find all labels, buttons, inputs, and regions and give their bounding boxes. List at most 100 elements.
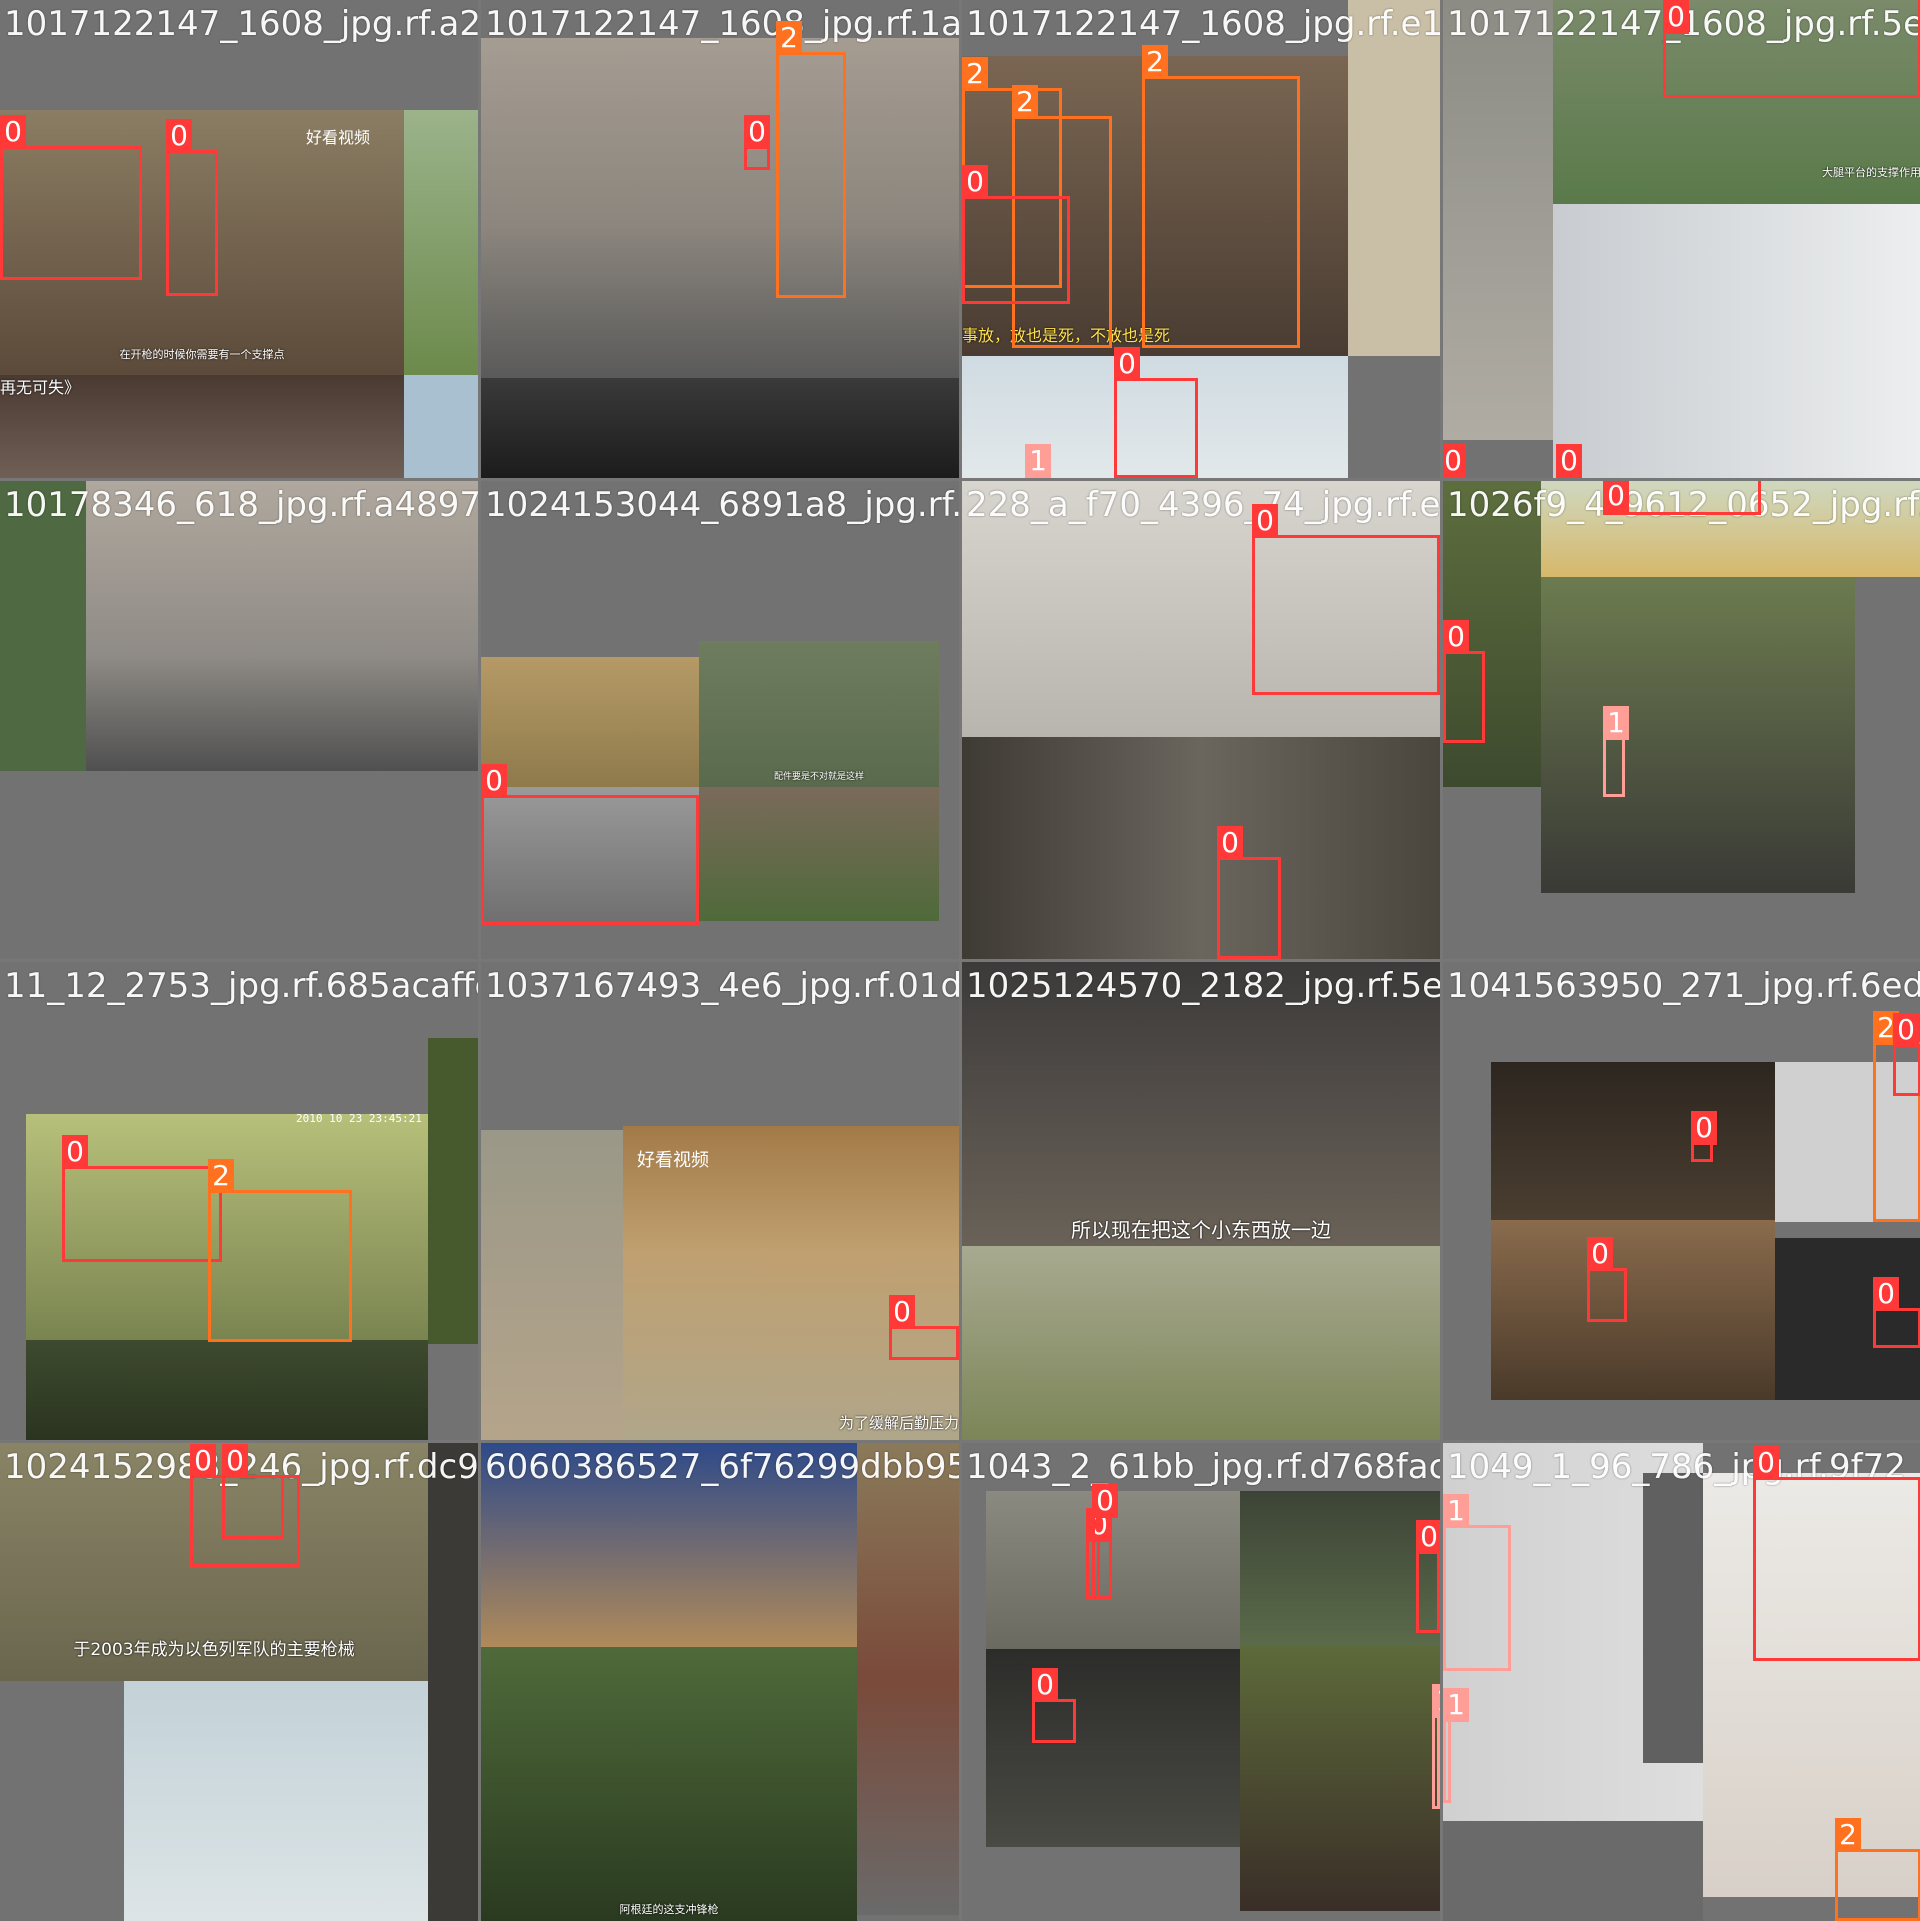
photo <box>428 1038 478 1344</box>
box-label: 0 <box>1443 620 1469 654</box>
bounding-box: 0 <box>744 115 770 170</box>
photo <box>986 1649 1240 1847</box>
box-label: 0 <box>62 1135 88 1169</box>
photo-caption: 再无可失》 <box>0 378 81 397</box>
bounding-box: 0 <box>1092 1484 1118 1599</box>
detection-mosaic: 在开枪的时候你需要有一个支撑点 好看视频 再无可失》 1017122147_16… <box>0 0 1920 1921</box>
mosaic-tile: 1041563950_271_jpg.rf.6ed 2 0 0 0 0 <box>1443 962 1920 1440</box>
photo-caption: 大腿平台的支撑作用 <box>1822 166 1920 179</box>
photo <box>1643 1473 1703 1763</box>
box-label: 1 <box>1025 444 1051 478</box>
box-label: 0 <box>1032 1668 1058 1702</box>
photo <box>1348 0 1440 356</box>
box-label: 0 <box>1873 1277 1899 1311</box>
bounding-box: 1 <box>1603 706 1629 797</box>
bounding-box: 0 <box>962 165 1070 304</box>
watermark: 好看视频 <box>637 1150 709 1171</box>
box-label: 0 <box>166 119 192 153</box>
photo-caption: 配件要是不对就是这样 <box>773 772 864 782</box>
box-label: 0 <box>1443 444 1466 478</box>
box-label: 2 <box>1142 45 1168 79</box>
photo <box>481 1130 623 1440</box>
box-label: 0 <box>1217 826 1243 860</box>
photo <box>1240 1491 1440 1645</box>
box-label: 1 <box>1432 1684 1440 1718</box>
box-label: 0 <box>962 165 988 199</box>
tile-title: 1037167493_4e6_jpg.rf.01d8 <box>485 966 959 1006</box>
photo <box>428 1443 478 1921</box>
box-label: 0 <box>1416 1520 1440 1554</box>
tile-title: 1043_2_61bb_jpg.rf.d768face6bb <box>966 1447 1440 1487</box>
photo-caption: 为了缓解后勤压力 <box>838 1414 959 1432</box>
bounding-box: 0 <box>1893 1013 1920 1096</box>
box-label: 0 <box>190 1444 216 1478</box>
mosaic-tile: 1026f9_4_9612_0652_jpg.rf.96 0 1 0 <box>1443 481 1920 959</box>
photo <box>481 1647 857 1921</box>
box-label: 2 <box>1835 1818 1861 1852</box>
photo <box>1443 0 1553 440</box>
mosaic-tile: 所以现在把这个小东西放一边 1025124570_2182_jpg.rf.5ec <box>962 962 1440 1440</box>
bounding-box: 0 <box>1252 504 1440 695</box>
photo <box>962 737 1440 959</box>
mosaic-tile: 事放，放也是死，不放也是死 1017122147_1608_jpg.rf.e10… <box>962 0 1440 478</box>
tile-title: 1017122147_1608_jpg.rf.1a3dcdd4bfa52129b… <box>485 4 959 44</box>
box-label: 0 <box>222 1444 248 1478</box>
box-label: 0 <box>1252 504 1278 538</box>
bounding-box: 0 <box>1416 1520 1440 1633</box>
box-label: 0 <box>1663 0 1689 34</box>
photo <box>481 378 959 478</box>
bounding-box: 1 <box>1432 1684 1440 1809</box>
bounding-box: 0 <box>1663 0 1920 98</box>
bounding-box: 0 <box>889 1295 959 1360</box>
box-label: 2 <box>962 57 988 91</box>
bounding-box: 1 <box>1443 1494 1511 1671</box>
bounding-box: 0 <box>1753 1446 1920 1661</box>
photo-caption: 阿根廷的这支冲锋枪 <box>619 1903 719 1916</box>
box-label: 0 <box>1893 1013 1919 1047</box>
mosaic-tile: 于2003年成为以色列军队的主要枪械 1024152988_246_jpg.rf… <box>0 1443 478 1921</box>
bounding-box: 2 <box>776 21 846 298</box>
photo <box>1443 1821 1703 1921</box>
box-label: 0 <box>889 1295 915 1329</box>
mosaic-tile: 在开枪的时候你需要有一个支撑点 好看视频 再无可失》 1017122147_16… <box>0 0 478 478</box>
box-label: 1 <box>1603 706 1629 740</box>
bounding-box: 0 <box>222 1444 284 1539</box>
photo <box>1553 204 1920 478</box>
tile-title: 1041563950_271_jpg.rf.6ed <box>1447 966 1920 1006</box>
mosaic-tile: 2010 10 23 23:45:21 11_12_2753_jpg.rf.68… <box>0 962 478 1440</box>
photo <box>1491 1062 1775 1220</box>
photo <box>699 787 939 921</box>
photo <box>1541 577 1855 893</box>
photo-caption: 在开枪的时候你需要有一个支撑点 <box>119 348 285 361</box>
box-label: 1 <box>1443 1494 1469 1528</box>
tile-title: 1017122147_1608_jpg.rf.a2d6398ae79f2858e… <box>4 4 478 44</box>
bounding-box: 0 <box>1217 826 1281 959</box>
bounding-box: 0 <box>1873 1277 1920 1348</box>
tile-title: 11_12_2753_jpg.rf.685acaffe03 <box>4 966 478 1006</box>
tile-title: 1017122147_1608_jpg.rf.e10fbed8cd0286f51… <box>966 4 1440 44</box>
bounding-box: 0 <box>166 119 218 296</box>
watermark: 好看视频 <box>306 128 371 147</box>
box-label: 0 <box>1691 1111 1717 1145</box>
bounding-box: 0 <box>1587 1237 1627 1322</box>
photo <box>857 1443 959 1915</box>
tile-title: 6060386527_6f76299dbb95 <box>485 1447 959 1487</box>
bounding-box: 0 <box>1603 481 1761 515</box>
bounding-box: 0 <box>1114 347 1198 478</box>
bounding-box: 0 <box>481 764 699 925</box>
bounding-box: 2 <box>1142 45 1300 348</box>
mosaic-tile: 阿根廷的这支冲锋枪 6060386527_6f76299dbb95 <box>481 1443 959 1921</box>
photo <box>962 1246 1440 1440</box>
mosaic-tile: 10178346_618_jpg.rf.a4897310241530 <box>0 481 478 959</box>
box-label: 0 <box>481 764 507 798</box>
bounding-box: 0 <box>1691 1111 1717 1162</box>
mosaic-tile: 1017122147_1608_jpg.rf.1a3dcdd4bfa52129b… <box>481 0 959 478</box>
tile-title: 228_a_f70_4396_74_jpg.rf.e5e11 <box>966 485 1440 525</box>
photo <box>404 375 478 478</box>
photo <box>699 641 939 787</box>
bounding-box: 0 <box>0 115 142 280</box>
box-label: 0 <box>1587 1237 1613 1271</box>
photo <box>124 1681 428 1921</box>
photo <box>1491 1220 1775 1400</box>
photo <box>404 110 478 375</box>
